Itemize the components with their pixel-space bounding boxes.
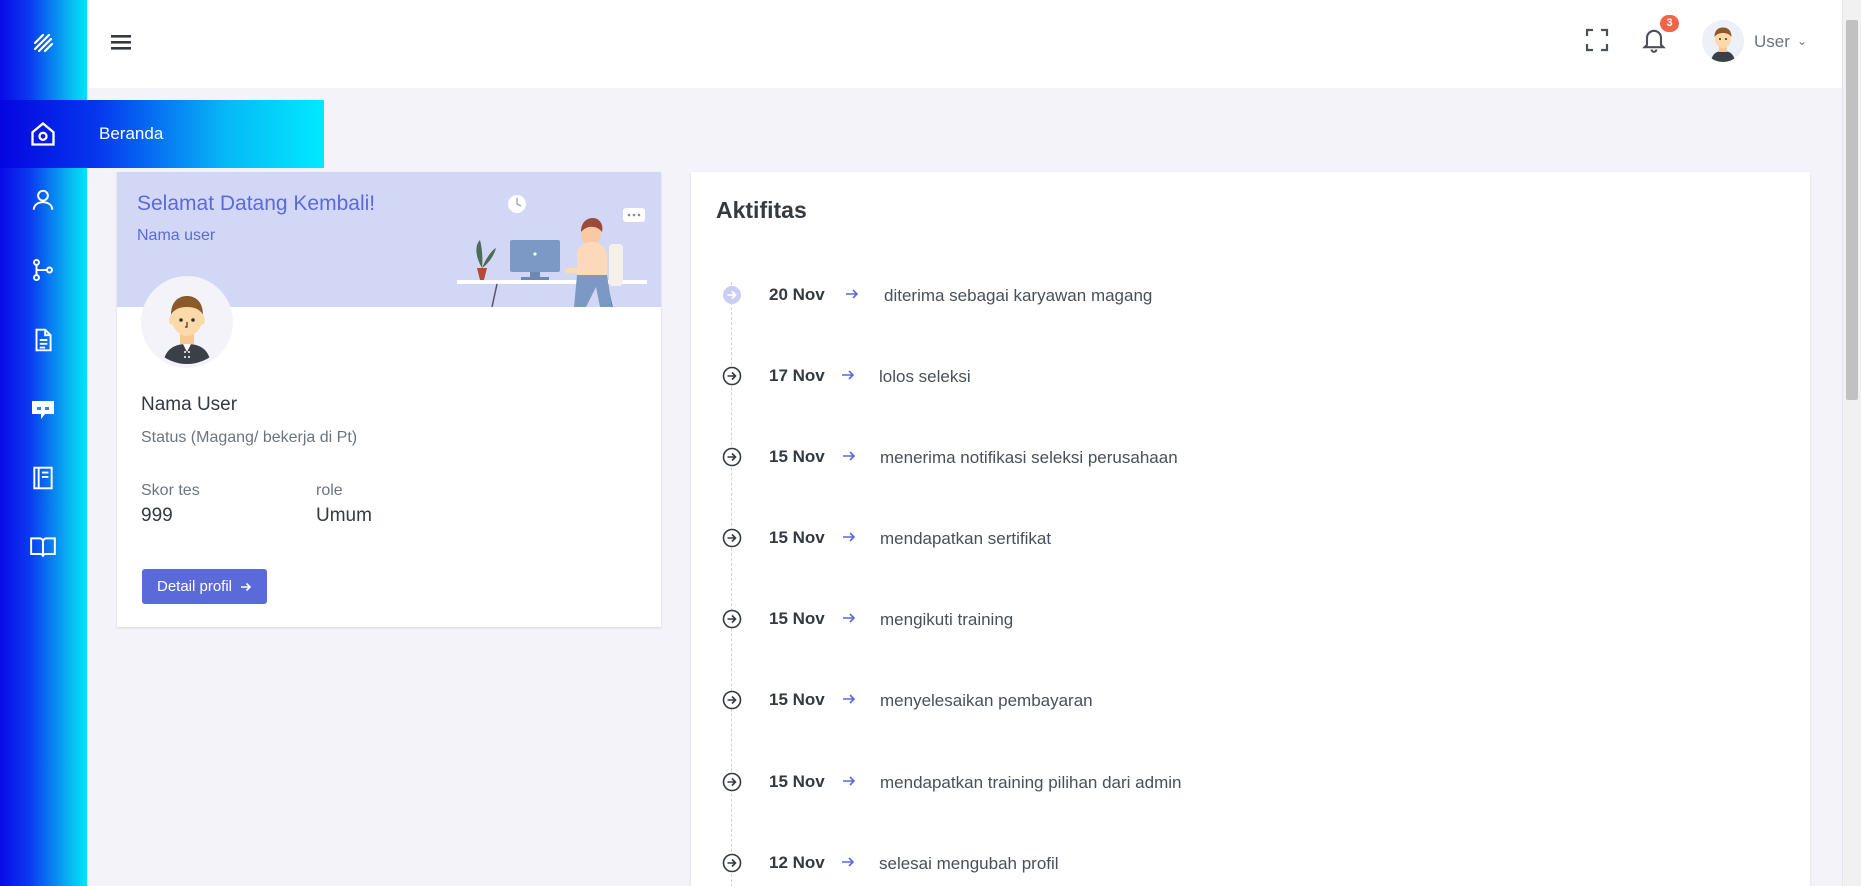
detail-profile-button-label: Detail profil	[156, 578, 233, 595]
circle-arrow-right-icon	[722, 366, 742, 386]
timeline-item: 15 Nov mendapatkan sertifikat	[691, 518, 1810, 558]
welcome-title: Selamat Datang Kembali!	[137, 192, 376, 215]
timeline-item: 17 Nov lolos seleksi	[691, 356, 1810, 396]
circle-arrow-right-icon	[722, 853, 742, 873]
timeline-text: mengikuti training	[880, 610, 1014, 629]
welcome-username: Nama user	[137, 227, 216, 244]
timeline-item: 15 Nov mendapatkan training pilihan dari…	[691, 762, 1810, 802]
timeline-active-icon	[723, 286, 741, 304]
timeline-text: mendapatkan training pilihan dari admin	[880, 773, 1182, 792]
chat-icon[interactable]	[23, 390, 63, 430]
sidebar-item-beranda[interactable]: Beranda	[0, 100, 324, 168]
timeline-date: 15 Nov	[769, 447, 825, 466]
profile-name: Nama User	[141, 394, 238, 415]
user-name[interactable]: User	[1754, 32, 1790, 52]
timeline-date: 20 Nov	[769, 285, 825, 304]
notification-badge: 3	[1660, 15, 1679, 32]
arrow-right-icon	[846, 289, 859, 299]
hamburger-menu-icon[interactable]	[109, 30, 133, 54]
timeline-text: mendapatkan sertifikat	[880, 529, 1052, 548]
arrow-right-icon	[843, 694, 856, 704]
activity-card: Aktifitas 20 Nov diterima sebagai karyaw…	[691, 172, 1810, 886]
arrow-right-icon	[843, 451, 856, 461]
arrow-right-icon	[842, 370, 855, 380]
timeline-date: 15 Nov	[769, 528, 825, 547]
timeline-item: 15 Nov menyelesaikan pembayaran	[691, 680, 1810, 720]
role-label: role	[316, 482, 343, 499]
timeline-text: menerima notifikasi seleksi perusahaan	[880, 448, 1178, 467]
timeline-date: 15 Nov	[769, 772, 825, 791]
arrow-right-icon	[843, 532, 856, 542]
timeline-text: diterima sebagai karyawan magang	[884, 286, 1153, 305]
branch-icon[interactable]	[23, 250, 63, 290]
timeline-item: 15 Nov mengikuti training	[691, 599, 1810, 639]
timeline-item: 12 Nov selesai mengubah profil	[691, 843, 1810, 883]
scrollbar-thumb[interactable]	[1846, 20, 1858, 400]
activity-title: Aktifitas	[716, 197, 807, 223]
arrow-right-icon	[843, 613, 856, 623]
timeline-date: 15 Nov	[769, 609, 825, 628]
timeline-text: selesai mengubah profil	[879, 854, 1059, 873]
user-icon[interactable]	[23, 180, 63, 220]
timeline-text: menyelesaikan pembayaran	[880, 691, 1093, 710]
top-header: 3 User ⌄	[87, 0, 1842, 88]
timeline-date: 17 Nov	[769, 366, 825, 385]
page-scrollbar[interactable]	[1842, 0, 1861, 886]
timeline-date: 12 Nov	[769, 853, 825, 872]
profile-status: Status (Magang/ bekerja di Pt)	[141, 429, 358, 446]
chevron-down-icon[interactable]: ⌄	[1797, 34, 1807, 48]
detail-profile-button[interactable]: Detail profil	[142, 569, 267, 604]
circle-arrow-right-icon	[722, 609, 742, 629]
circle-arrow-right-icon	[722, 528, 742, 548]
arrow-right-icon	[241, 582, 252, 591]
profile-card: Selamat Datang Kembali! Nama user Nama U…	[117, 172, 661, 627]
document-icon[interactable]	[23, 320, 63, 360]
avatar[interactable]	[1702, 20, 1744, 62]
circle-arrow-right-icon	[722, 690, 742, 710]
score-value: 999	[141, 505, 173, 526]
circle-arrow-right-icon	[722, 772, 742, 792]
profile-avatar	[141, 276, 233, 368]
arrow-right-icon	[842, 857, 855, 867]
home-icon	[23, 114, 63, 154]
logo-icon[interactable]	[24, 28, 64, 60]
arrow-right-icon	[843, 776, 856, 786]
score-label: Skor tes	[141, 482, 200, 499]
timeline-item: 15 Nov menerima notifikasi seleksi perus…	[691, 437, 1810, 477]
sidebar-item-label: Beranda	[99, 124, 164, 143]
fullscreen-icon[interactable]	[1585, 28, 1611, 54]
notebook-icon[interactable]	[23, 458, 63, 498]
role-value: Umum	[316, 505, 372, 526]
book-open-icon[interactable]	[23, 527, 63, 567]
timeline-text: lolos seleksi	[879, 367, 971, 386]
circle-arrow-right-icon	[722, 447, 742, 467]
timeline-date: 15 Nov	[769, 690, 825, 709]
timeline-item: 20 Nov diterima sebagai karyawan magang	[691, 275, 1810, 315]
desk-illustration-icon	[457, 182, 657, 307]
